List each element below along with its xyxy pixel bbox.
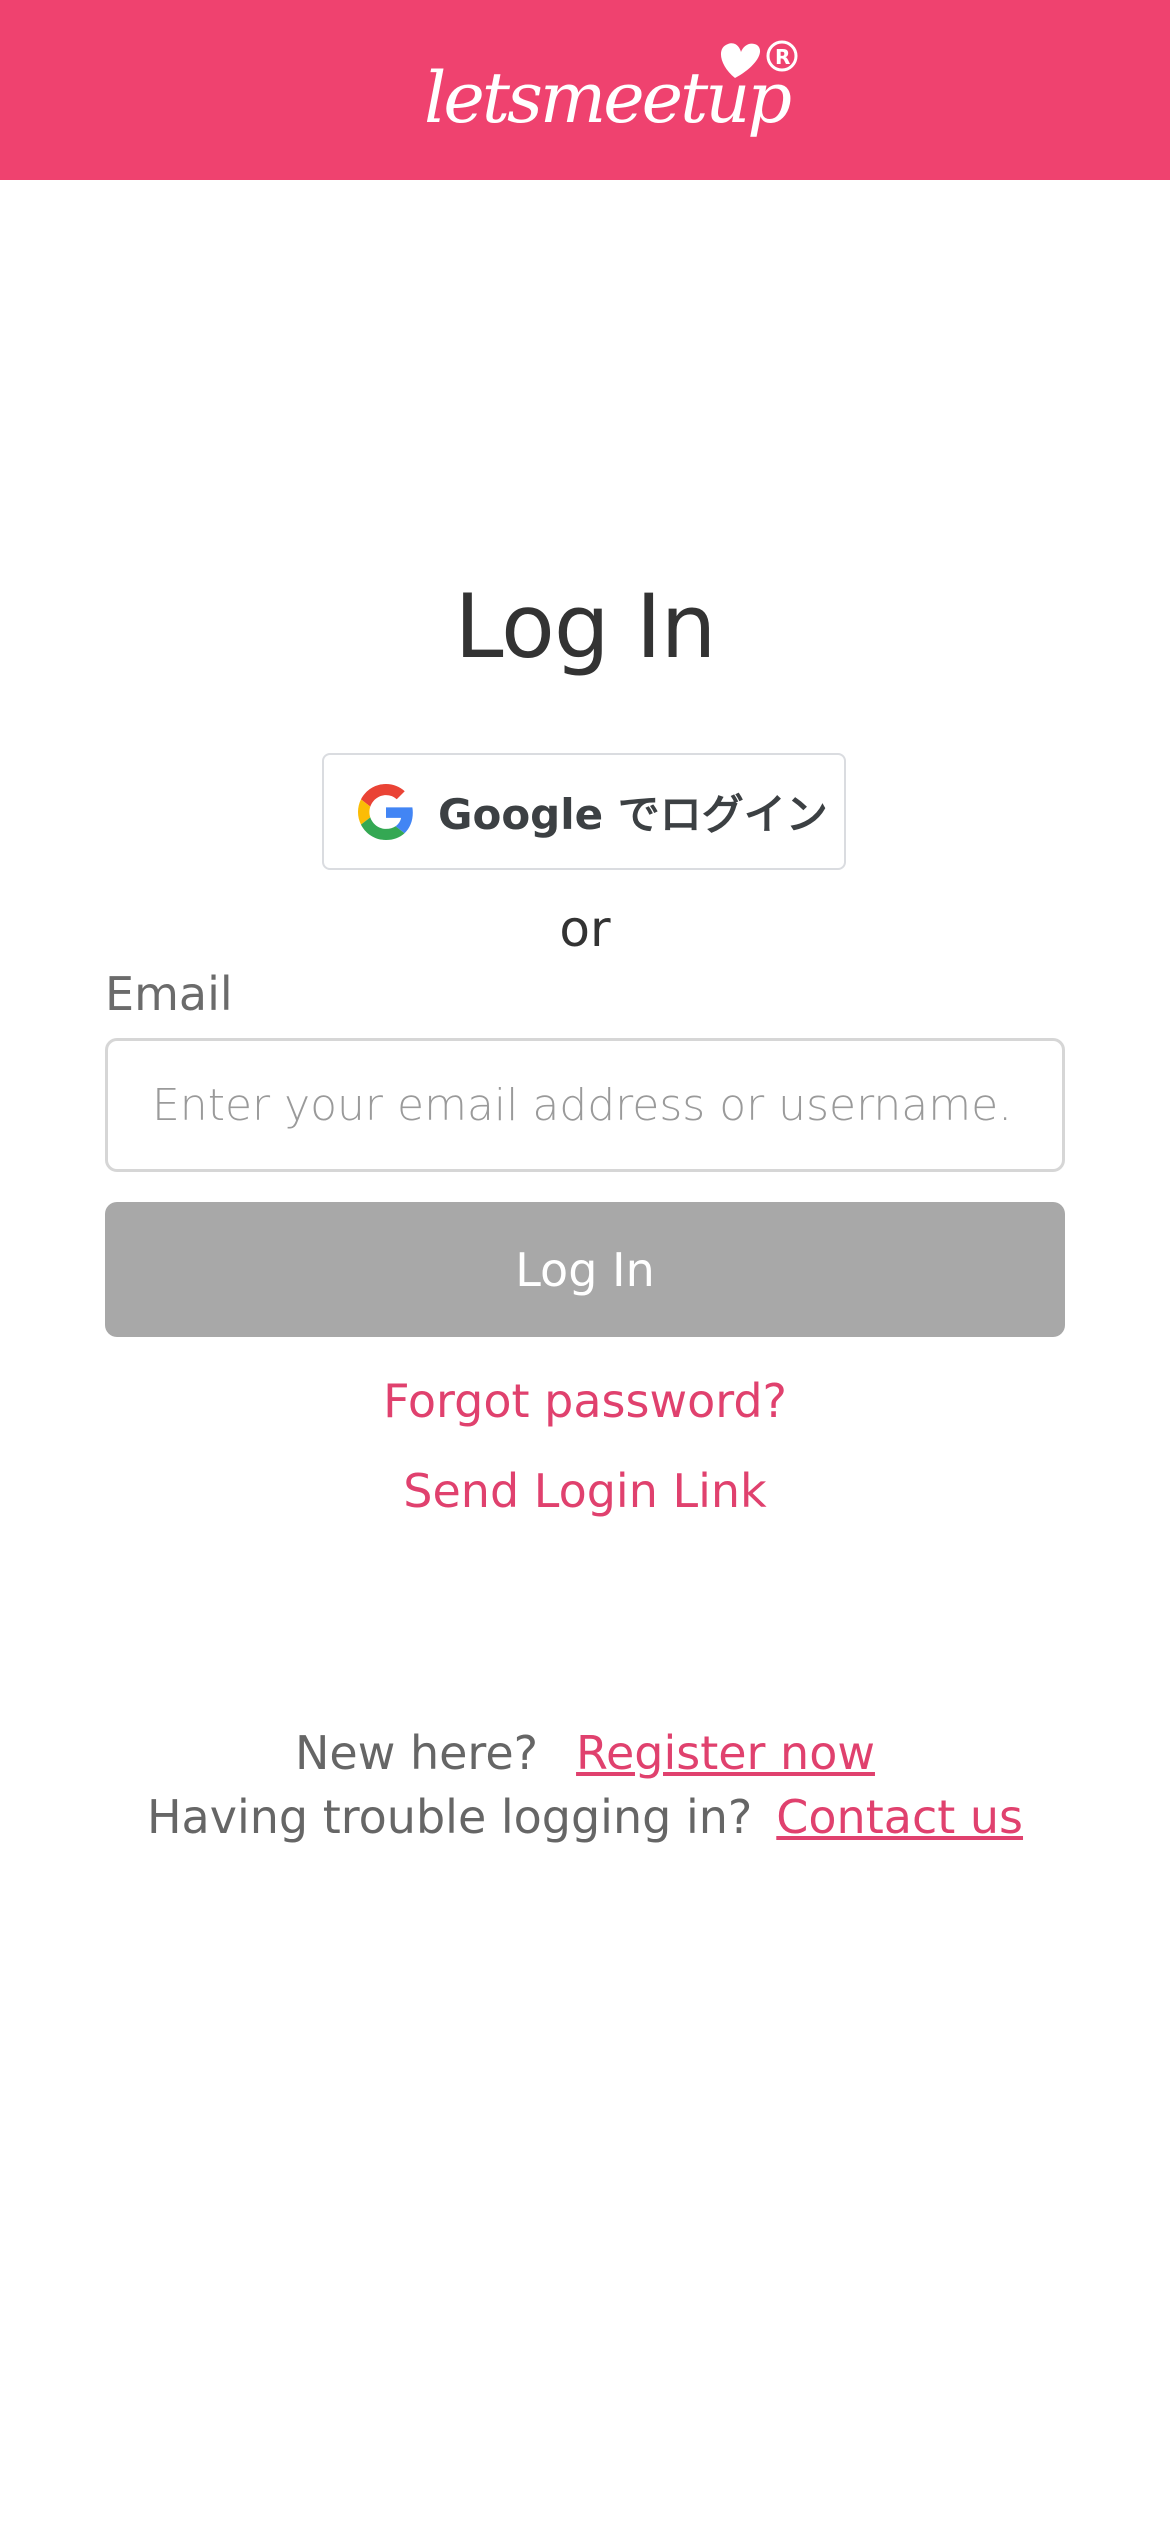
email-field[interactable] [105,1038,1065,1172]
email-label: Email [105,967,233,1021]
register-now-link[interactable]: Register now [576,1726,875,1780]
google-login-label: Google でログイン [438,790,828,839]
svg-text:R: R [775,45,790,69]
contact-us-link[interactable]: Contact us [776,1790,1023,1844]
page-title: Log In [454,575,717,678]
app-header: letsmeetup R [0,0,1170,180]
login-button[interactable]: Log In [105,1202,1065,1337]
contact-prompt: Having trouble logging in? Contact us [0,1790,1170,1844]
google-login-button[interactable]: Google でログイン [322,753,846,870]
or-separator: or [559,900,611,958]
forgot-password-link[interactable]: Forgot password? [0,1374,1170,1428]
register-prompt: New here? Register now [0,1726,1170,1780]
letsmeetup-logo[interactable]: letsmeetup R [420,30,800,150]
send-login-link[interactable]: Send Login Link [0,1464,1170,1518]
google-g-icon [358,783,413,840]
trouble-text: Having trouble logging in? [146,1790,753,1844]
new-here-text: New here? [295,1726,539,1780]
